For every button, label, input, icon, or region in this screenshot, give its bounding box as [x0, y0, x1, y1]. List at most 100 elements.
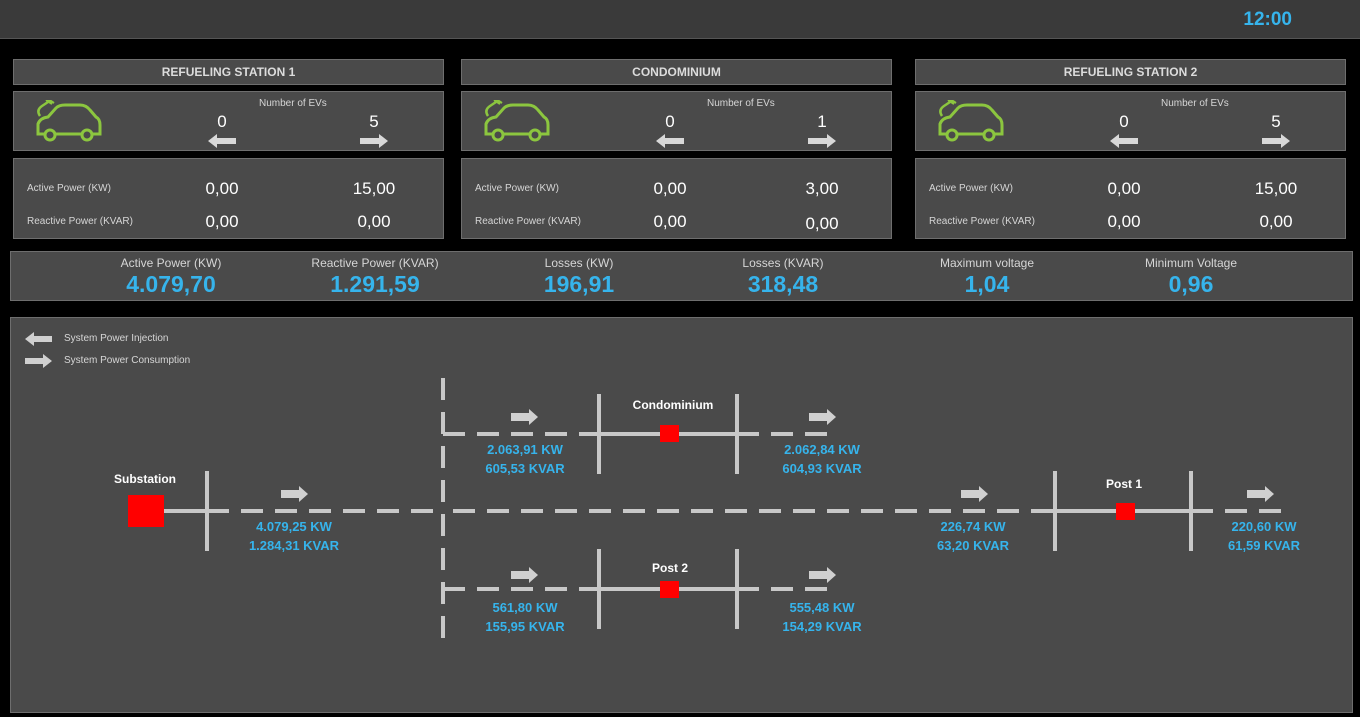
arrow-right-icon: [1262, 134, 1290, 148]
arrow-left-icon: [1110, 134, 1138, 148]
arrow-right-icon: [808, 134, 836, 148]
electric-car-icon: [484, 100, 550, 142]
active-power-label: Active Power (KW): [929, 183, 1013, 194]
ev-count-label: Number of EVs: [707, 98, 775, 109]
active-power-consumption: 15,00: [352, 179, 396, 198]
reactive-power-consumption: 0,00: [805, 214, 839, 233]
arrow-right-icon: [511, 409, 538, 425]
station-2-power-panel: Active Power (KW) Reactive Power (KVAR) …: [461, 158, 892, 239]
arrow-right-icon: [25, 354, 52, 368]
flow-kvar: 61,59 KVAR: [1227, 538, 1300, 553]
station-title: REFUELING STATION 2: [1063, 65, 1198, 79]
reactive-power-consumption: 0,00: [357, 212, 391, 231]
post1-label: Post 1: [1105, 477, 1142, 491]
flow-kw: 4.079,25 KW: [256, 519, 332, 534]
summary-reactive-power-value: 1.291,59: [330, 271, 420, 297]
flow-kvar: 604,93 KVAR: [782, 461, 862, 476]
flow-kw: 220,60 KW: [1231, 519, 1297, 534]
station-3-title-bar: REFUELING STATION 2: [915, 59, 1346, 85]
active-power-label: Active Power (KW): [475, 183, 559, 194]
summary-reactive-power-label: Reactive Power (KVAR): [311, 256, 439, 270]
ev-consumption-count: 1: [817, 112, 827, 131]
summary-losses-kw-label: Losses (KW): [544, 256, 614, 270]
reactive-power-consumption: 0,00: [1259, 212, 1293, 231]
station-1-power-panel: Active Power (KW) Reactive Power (KVAR) …: [13, 158, 444, 239]
station-title: CONDOMINIUM: [632, 65, 721, 79]
post2-in-flow: 561,80 KW 155,95 KVAR: [455, 598, 595, 636]
substation-label: Substation: [114, 472, 176, 486]
summary-active-power-value: 4.079,70: [126, 271, 216, 297]
legend-consumption: System Power Consumption: [64, 355, 191, 366]
active-power-injection: 0,00: [653, 179, 687, 198]
arrow-right-icon: [281, 486, 308, 502]
summary-min-voltage-value: 0,96: [1168, 271, 1214, 297]
summary-max-voltage-value: 1,04: [964, 271, 1010, 297]
reactive-power-injection: 0,00: [205, 212, 239, 231]
condominium-in-flow: 2.063,91 KW 605,53 KVAR: [455, 440, 595, 478]
electric-car-icon: [36, 100, 102, 142]
ev-injection-count: 0: [217, 112, 227, 131]
condominium-node: [660, 425, 679, 442]
flow-kw: 2.063,91 KW: [487, 442, 563, 457]
station-1-ev-panel: Number of EVs 0 5: [13, 91, 444, 151]
station-title: REFUELING STATION 1: [161, 65, 296, 79]
top-bar: 12:00: [0, 0, 1360, 39]
arrow-left-icon: [656, 134, 684, 148]
network-diagram: System Power Injection System Power Cons…: [10, 317, 1353, 713]
arrow-right-icon: [961, 486, 988, 502]
post1-in-flow: 226,74 KW 63,20 KVAR: [903, 517, 1043, 555]
electric-car-icon: [938, 100, 1004, 142]
flow-kw: 2.062,84 KW: [784, 442, 860, 457]
flow-kw: 561,80 KW: [492, 600, 558, 615]
flow-kvar: 155,95 KVAR: [485, 619, 565, 634]
substation-node: [128, 495, 164, 527]
condominium-label: Condominium: [632, 398, 714, 412]
ev-injection-count: 0: [665, 112, 675, 131]
flow-kvar: 1.284,31 KVAR: [248, 538, 340, 553]
clock: 12:00: [1243, 9, 1292, 30]
ev-consumption-count: 5: [369, 112, 379, 131]
ev-consumption-count: 5: [1271, 112, 1281, 131]
active-power-injection: 0,00: [205, 179, 239, 198]
station-1-title-bar: REFUELING STATION 1: [13, 59, 444, 85]
reactive-power-label: Reactive Power (KVAR): [929, 216, 1035, 227]
station-2-title-bar: CONDOMINIUM: [461, 59, 892, 85]
flow-kvar: 154,29 KVAR: [782, 619, 862, 634]
flow-kvar: 605,53 KVAR: [485, 461, 565, 476]
post1-out-flow: 220,60 KW 61,59 KVAR: [1194, 517, 1334, 555]
arrow-right-icon: [511, 567, 538, 583]
substation-flow: 4.079,25 KW 1.284,31 KVAR: [224, 517, 364, 555]
post1-node: [1116, 503, 1135, 520]
flow-kw: 226,74 KW: [940, 519, 1006, 534]
active-power-consumption: 15,00: [1254, 179, 1298, 198]
reactive-power-injection: 0,00: [653, 212, 687, 231]
arrow-right-icon: [360, 134, 388, 148]
reactive-power-label: Reactive Power (KVAR): [27, 216, 133, 227]
summary-losses-kw-value: 196,91: [543, 271, 615, 297]
post2-node: [660, 581, 679, 598]
post2-label: Post 2: [651, 561, 688, 575]
arrow-right-icon: [809, 567, 836, 583]
summary-active-power-label: Active Power (KW): [120, 256, 222, 270]
active-power-consumption: 3,00: [805, 179, 839, 198]
summary-min-voltage-label: Minimum Voltage: [1144, 256, 1238, 270]
arrow-left-icon: [25, 332, 52, 346]
active-power-label: Active Power (KW): [27, 183, 111, 194]
ev-count-label: Number of EVs: [259, 98, 327, 109]
summary-max-voltage-label: Maximum voltage: [939, 256, 1035, 270]
summary-losses-kvar-value: 318,48: [747, 271, 819, 297]
post2-out-flow: 555,48 KW 154,29 KVAR: [752, 598, 892, 636]
reactive-power-injection: 0,00: [1107, 212, 1141, 231]
arrow-right-icon: [809, 409, 836, 425]
reactive-power-label: Reactive Power (KVAR): [475, 216, 581, 227]
network-lines: [25, 332, 1289, 644]
station-3-ev-panel: Number of EVs 0 5: [915, 91, 1346, 151]
station-2-ev-panel: Number of EVs 0 1: [461, 91, 892, 151]
summary-bar: Active Power (KW) 4.079,70 Reactive Powe…: [10, 251, 1353, 301]
arrow-left-icon: [208, 134, 236, 148]
condominium-out-flow: 2.062,84 KW 604,93 KVAR: [752, 440, 892, 478]
legend-injection: System Power Injection: [64, 333, 169, 344]
ev-count-label: Number of EVs: [1161, 98, 1229, 109]
flow-kvar: 63,20 KVAR: [936, 538, 1009, 553]
ev-injection-count: 0: [1119, 112, 1129, 131]
